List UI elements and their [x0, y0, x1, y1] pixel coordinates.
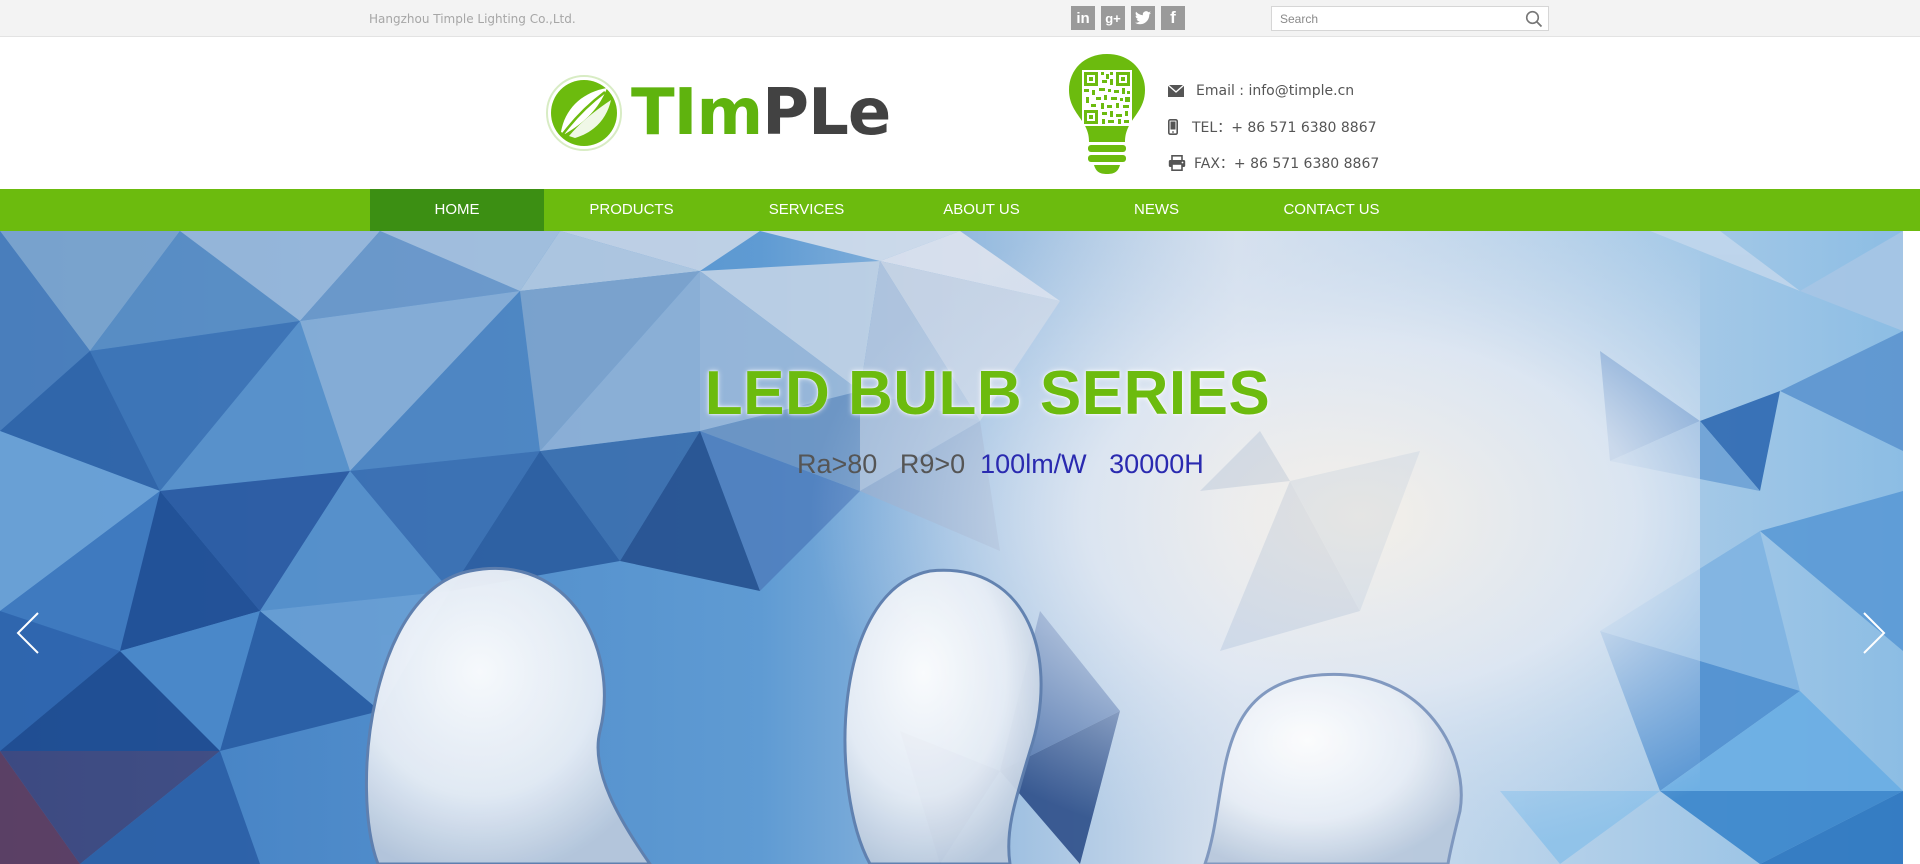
- fax-text: FAX：+ 86 571 6380 8867: [1194, 156, 1380, 172]
- nav-products[interactable]: PRODUCTS: [544, 189, 719, 231]
- hero-banner: LED BULB SERIES Ra>80 R9>0 100lm/W 30000…: [0, 231, 1903, 864]
- banner-title: LED BULB SERIES: [704, 359, 1271, 428]
- company-name: Hangzhou Timple Lighting Co.,Ltd.: [369, 12, 576, 26]
- envelope-icon: [1168, 85, 1190, 97]
- mobile-phone-icon: [1168, 119, 1190, 135]
- tel-row: TEL：+ 86 571 6380 8867: [1168, 109, 1379, 145]
- site-header: TImPLe Email : info@timple.cn TEL：+ 86 5…: [0, 37, 1920, 189]
- nav-contact-us[interactable]: CONTACT US: [1244, 189, 1419, 231]
- tel-text: TEL：+ 86 571 6380 8867: [1192, 120, 1377, 136]
- timple-logo[interactable]: TImPLe: [545, 74, 891, 152]
- main-nav: HOME PRODUCTS SERVICES ABOUT US NEWS CON…: [0, 189, 1920, 231]
- low-poly-background: [0, 231, 1903, 864]
- printer-icon: [1168, 155, 1190, 171]
- slider-prev-arrow-icon[interactable]: [14, 611, 44, 655]
- social-links: in g+ f: [1071, 6, 1185, 30]
- email-text[interactable]: Email : info@timple.cn: [1196, 83, 1354, 99]
- twitter-icon[interactable]: [1131, 6, 1155, 30]
- nav-news[interactable]: NEWS: [1069, 189, 1244, 231]
- scrollbar-track[interactable]: [1903, 231, 1920, 864]
- search-box: [1271, 6, 1549, 31]
- nav-about-us[interactable]: ABOUT US: [894, 189, 1069, 231]
- logo-wordmark-dark: PLe: [762, 76, 891, 150]
- contact-info: Email : info@timple.cn TEL：+ 86 571 6380…: [1168, 73, 1379, 181]
- spec-ra-r9: Ra>80 R9>0: [797, 449, 966, 479]
- banner-specs: Ra>80 R9>0 100lm/W 30000H: [797, 449, 1204, 480]
- qr-code-bulb-image: [1069, 54, 1145, 174]
- fax-row: FAX：+ 86 571 6380 8867: [1168, 145, 1379, 181]
- spec-efficacy-life: 100lm/W 30000H: [980, 449, 1204, 479]
- logo-wordmark-green: TIm: [631, 76, 763, 150]
- slider-next-arrow-icon[interactable]: [1858, 611, 1888, 655]
- top-bar: Hangzhou Timple Lighting Co.,Ltd. in g+ …: [0, 0, 1920, 37]
- google-plus-icon[interactable]: g+: [1101, 6, 1125, 30]
- linkedin-icon[interactable]: in: [1071, 6, 1095, 30]
- nav-services[interactable]: SERVICES: [719, 189, 894, 231]
- leaf-logo-icon: [546, 75, 622, 151]
- facebook-icon[interactable]: f: [1161, 6, 1185, 30]
- nav-home[interactable]: HOME: [370, 189, 544, 231]
- logo-wordmark: TImPLe: [631, 81, 891, 145]
- search-icon[interactable]: [1525, 10, 1543, 33]
- search-input[interactable]: [1272, 7, 1520, 30]
- email-row: Email : info@timple.cn: [1168, 73, 1379, 109]
